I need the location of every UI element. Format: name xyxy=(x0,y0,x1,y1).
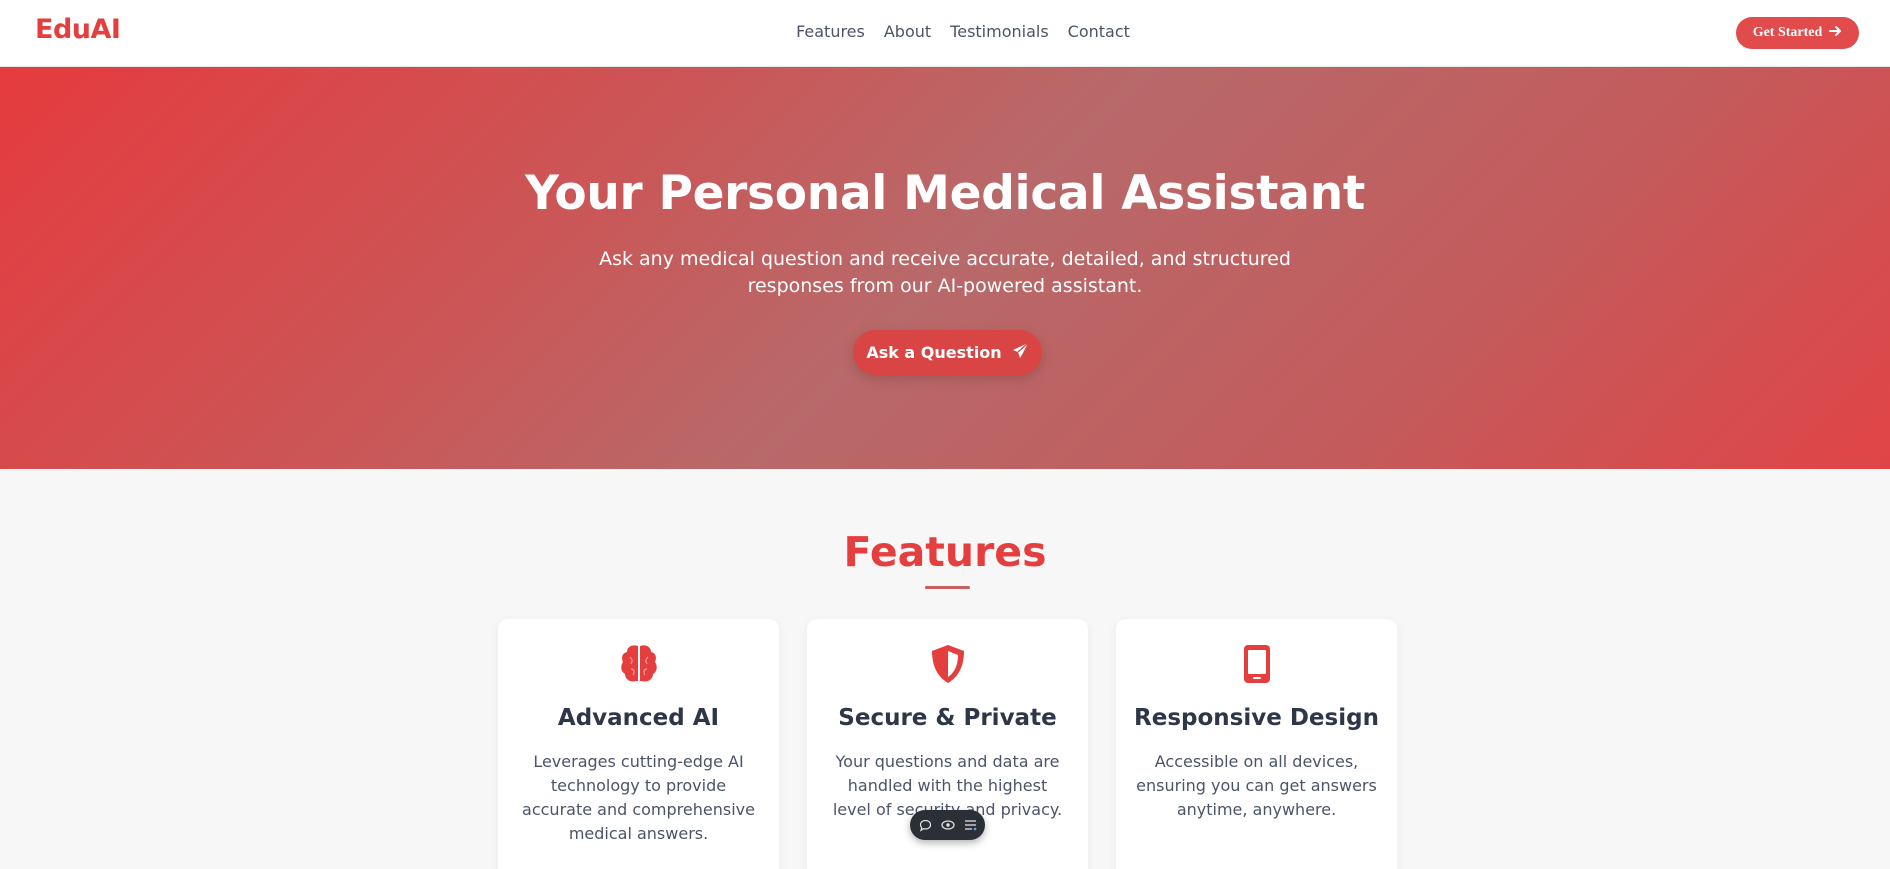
navbar: EduAI Features About Testimonials Contac… xyxy=(0,0,1890,67)
get-started-label: Get Started xyxy=(1752,25,1823,40)
nav-link-testimonials[interactable]: Testimonials xyxy=(950,22,1049,41)
paper-plane-icon xyxy=(1012,342,1029,363)
ask-question-button[interactable]: Ask a Question xyxy=(853,330,1042,375)
brain-icon xyxy=(498,643,779,685)
features-title: Features xyxy=(843,528,1047,576)
hero-subtitle: Ask any medical question and receive acc… xyxy=(599,248,1291,297)
mobile-icon xyxy=(1116,643,1397,685)
shield-icon xyxy=(807,643,1088,685)
nav-link-about[interactable]: About xyxy=(884,22,931,41)
eye-icon[interactable] xyxy=(940,819,955,831)
features-underline xyxy=(925,586,970,589)
hero-section: Your Personal Medical Assistant Ask any … xyxy=(0,67,1890,469)
card-description: Leverages cutting-edge AI technology to … xyxy=(522,752,755,843)
card-title: Secure & Private xyxy=(838,705,1057,731)
feature-card-responsive-design: Responsive Design Accessible on all devi… xyxy=(1116,619,1397,869)
nav-links: Features About Testimonials Contact xyxy=(0,22,1890,41)
comment-icon[interactable] xyxy=(919,819,932,832)
nav-link-contact[interactable]: Contact xyxy=(1068,22,1130,41)
hero-title: Your Personal Medical Assistant xyxy=(524,166,1366,221)
nav-link-features[interactable]: Features xyxy=(796,22,865,41)
feature-card-advanced-ai: Advanced AI Leverages cutting-edge AI te… xyxy=(498,619,779,869)
card-description: Accessible on all devices, ensuring you … xyxy=(1136,752,1377,819)
get-started-button[interactable]: Get Started xyxy=(1736,17,1859,49)
list-icon[interactable] xyxy=(964,819,977,831)
arrow-right-icon xyxy=(1829,25,1842,42)
ask-question-label: Ask a Question xyxy=(866,343,1002,362)
card-title: Responsive Design xyxy=(1134,705,1379,731)
card-title: Advanced AI xyxy=(557,705,720,731)
floating-toolbar xyxy=(910,810,985,840)
